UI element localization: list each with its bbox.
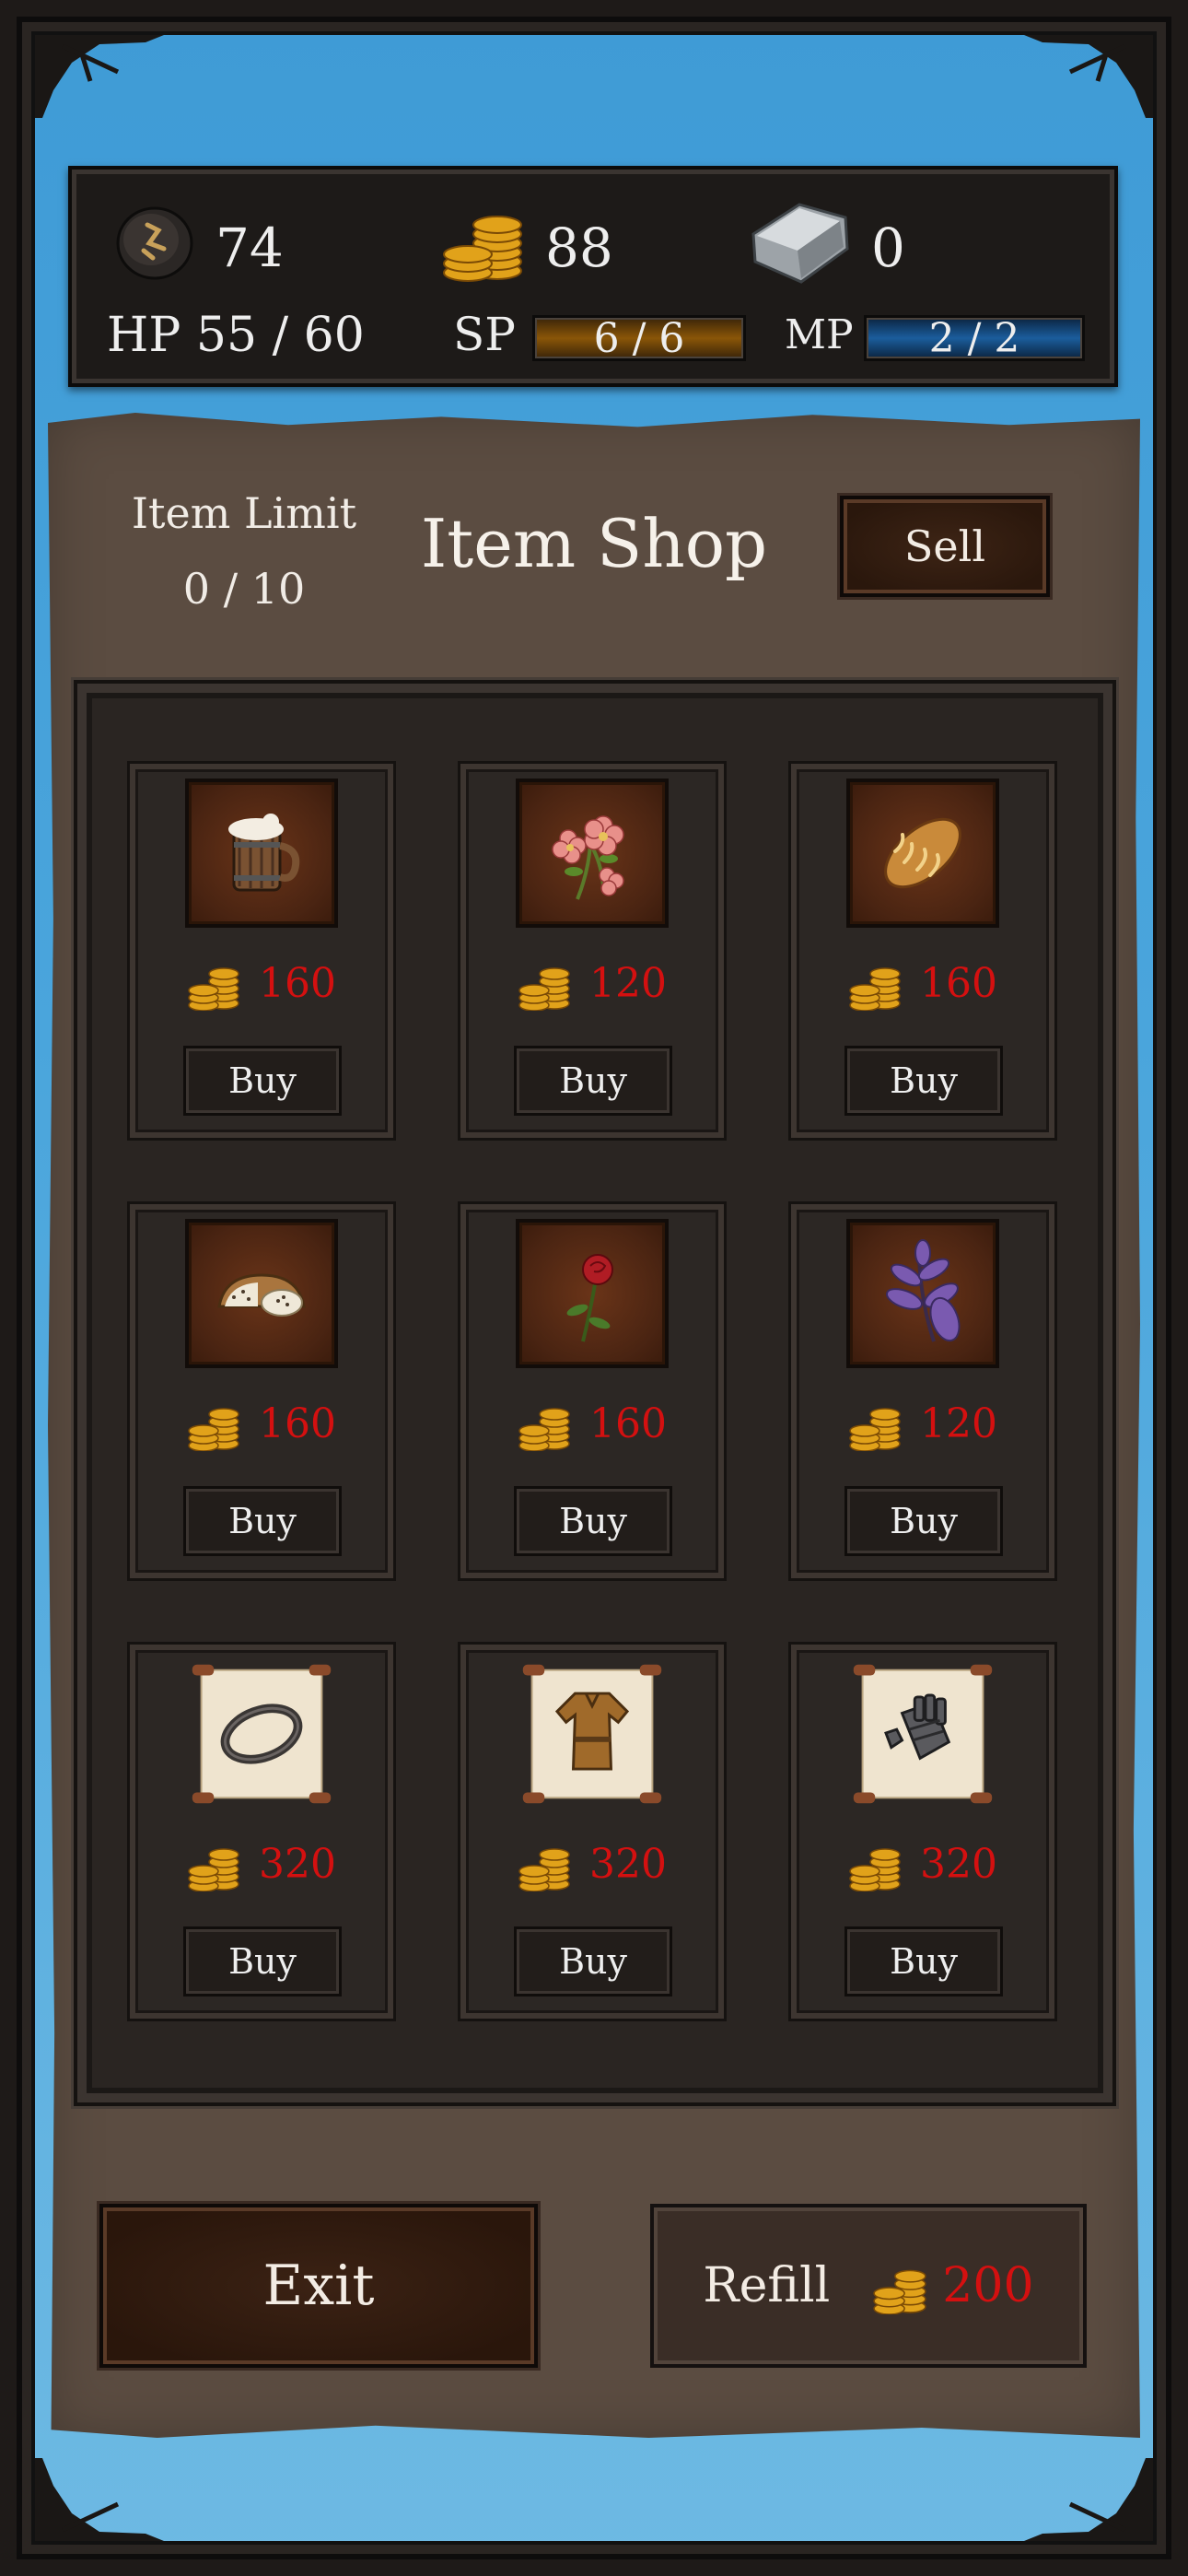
price-row: 120 bbox=[791, 1396, 1054, 1451]
gold-coins-icon bbox=[873, 2269, 926, 2314]
gold-coins-icon bbox=[849, 967, 901, 1011]
gold-coins-icon bbox=[440, 197, 529, 299]
buy-button[interactable]: Buy bbox=[844, 1046, 1003, 1116]
tunic-scroll-icon[interactable] bbox=[516, 1659, 669, 1809]
branch-corner-bottom-left bbox=[35, 2458, 164, 2541]
mp-label: MP bbox=[785, 311, 854, 358]
mp-value: 2 / 2 bbox=[928, 314, 1020, 362]
purple-herb-icon[interactable] bbox=[846, 1219, 999, 1368]
price-row: 160 bbox=[130, 955, 393, 1011]
item-price: 160 bbox=[259, 959, 336, 1007]
gold-coins-icon bbox=[188, 967, 239, 1011]
branch-corner-bottom-right bbox=[1024, 2458, 1153, 2541]
gold-count: 88 bbox=[545, 217, 613, 279]
buy-button[interactable]: Buy bbox=[844, 1486, 1003, 1556]
shop-item-slot: 320 Buy bbox=[788, 1642, 1057, 2021]
shop-item-slot: 320 Buy bbox=[458, 1642, 727, 2021]
item-price: 160 bbox=[259, 1399, 336, 1447]
rune-stat: 74 bbox=[111, 197, 284, 299]
price-row: 160 bbox=[460, 1396, 724, 1451]
sell-button[interactable]: Sell bbox=[840, 496, 1050, 597]
item-price: 320 bbox=[259, 1840, 336, 1888]
buy-button[interactable]: Buy bbox=[183, 1926, 342, 1996]
refill-button[interactable]: Refill 200 bbox=[650, 2204, 1087, 2368]
price-row: 320 bbox=[791, 1836, 1054, 1891]
refill-price: 200 bbox=[942, 2258, 1034, 2313]
shop-item-slot: 160 Buy bbox=[127, 761, 396, 1141]
gauntlet-scroll-icon[interactable] bbox=[846, 1659, 999, 1809]
item-price: 320 bbox=[589, 1840, 667, 1888]
shop-item-slot: 320 Buy bbox=[127, 1642, 396, 2021]
silver-count: 0 bbox=[871, 217, 905, 279]
red-rose-icon[interactable] bbox=[516, 1219, 669, 1368]
buy-button[interactable]: Buy bbox=[844, 1926, 1003, 1996]
rune-stone-icon bbox=[111, 197, 199, 299]
price-row: 120 bbox=[460, 955, 724, 1011]
gold-coins-icon bbox=[849, 1408, 901, 1451]
page-title: Item Shop bbox=[420, 505, 768, 582]
buy-button[interactable]: Buy bbox=[183, 1486, 342, 1556]
mp-bar: 2 / 2 bbox=[864, 314, 1085, 362]
item-price: 160 bbox=[589, 1399, 667, 1447]
item-price: 120 bbox=[589, 959, 667, 1007]
item-price: 160 bbox=[920, 959, 997, 1007]
hp-readout: HP 55 / 60 bbox=[107, 308, 365, 363]
price-row: 160 bbox=[130, 1396, 393, 1451]
ring-scroll-icon[interactable] bbox=[185, 1659, 338, 1809]
silver-ingot-icon bbox=[744, 197, 855, 299]
item-limit-value: 0 / 10 bbox=[182, 564, 306, 614]
price-row: 320 bbox=[130, 1836, 393, 1891]
bread-loaf-icon[interactable] bbox=[846, 779, 999, 928]
sp-bar: 6 / 6 bbox=[532, 314, 746, 362]
exit-button[interactable]: Exit bbox=[99, 2204, 538, 2368]
gold-coins-icon bbox=[188, 1408, 239, 1451]
shop-item-slot: 120 Buy bbox=[458, 761, 727, 1141]
branch-corner-top-left bbox=[35, 35, 164, 118]
silver-stat: 0 bbox=[744, 197, 905, 299]
item-limit-label: Item Limit bbox=[131, 488, 357, 538]
sell-button-label: Sell bbox=[903, 521, 986, 571]
item-price: 320 bbox=[920, 1840, 997, 1888]
gold-stat: 88 bbox=[440, 197, 613, 299]
pink-flower-icon[interactable] bbox=[516, 779, 669, 928]
buy-button[interactable]: Buy bbox=[514, 1046, 672, 1116]
price-row: 320 bbox=[460, 1836, 724, 1891]
refill-label: Refill bbox=[703, 2258, 831, 2313]
branch-corner-top-right bbox=[1024, 35, 1153, 118]
shop-item-slot: 160 Buy bbox=[458, 1201, 727, 1581]
buy-button[interactable]: Buy bbox=[183, 1046, 342, 1116]
buy-button[interactable]: Buy bbox=[514, 1486, 672, 1556]
sp-label: SP bbox=[453, 308, 516, 361]
gold-coins-icon bbox=[518, 1408, 570, 1451]
shop-item-slot: 160 Buy bbox=[788, 761, 1057, 1141]
ale-mug-icon[interactable] bbox=[185, 779, 338, 928]
shop-item-slot: 120 Buy bbox=[788, 1201, 1057, 1581]
price-row: 160 bbox=[791, 955, 1054, 1011]
shop-item-slot: 160 Buy bbox=[127, 1201, 396, 1581]
cheese-bread-icon[interactable] bbox=[185, 1219, 338, 1368]
rune-count: 74 bbox=[215, 217, 284, 279]
gold-coins-icon bbox=[518, 1848, 570, 1891]
item-price: 120 bbox=[920, 1399, 997, 1447]
exit-button-label: Exit bbox=[262, 2254, 375, 2318]
gold-coins-icon bbox=[518, 967, 570, 1011]
gold-coins-icon bbox=[188, 1848, 239, 1891]
stats-panel: 74 88 0 HP 55 / 60 SP 6 / 6 MP 2 / 2 bbox=[68, 166, 1118, 387]
gold-coins-icon bbox=[849, 1848, 901, 1891]
buy-button[interactable]: Buy bbox=[514, 1926, 672, 1996]
sp-value: 6 / 6 bbox=[593, 314, 685, 362]
